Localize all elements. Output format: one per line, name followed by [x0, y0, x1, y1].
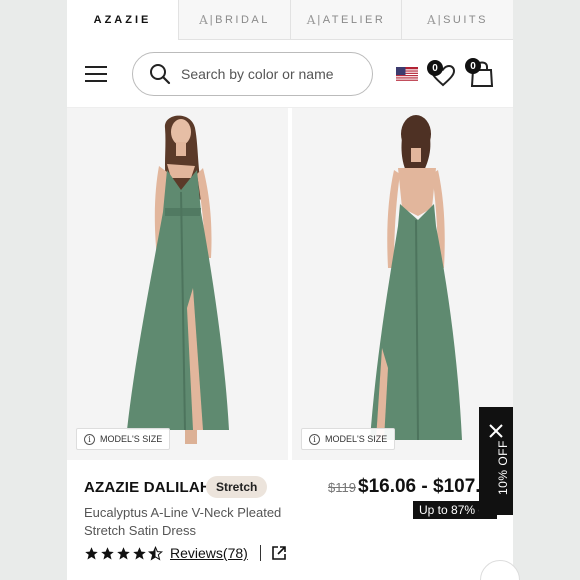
- model-size-label: MODEL'S SIZE: [325, 434, 388, 444]
- product-page: AZAZIE A | BRIDAL A | ATELIER A | SUITS: [67, 0, 513, 580]
- product-gallery[interactable]: i MODEL'S SIZE i MODEL'S SIZE: [67, 108, 513, 460]
- tab-label: SUITS: [443, 13, 488, 26]
- product-info: AZAZIE DALILAH Stretch $119 $16.06 - $10…: [67, 460, 513, 580]
- info-icon: i: [309, 433, 320, 445]
- share-icon[interactable]: [271, 545, 287, 561]
- product-brand[interactable]: AZAZIE DALILAH: [84, 479, 211, 496]
- wishlist-button[interactable]: 0: [427, 60, 457, 88]
- model-size-button[interactable]: i MODEL'S SIZE: [76, 428, 171, 450]
- price-range: $16.06 - $107.: [358, 476, 481, 497]
- tab-bridal[interactable]: A | BRIDAL: [178, 0, 290, 40]
- star-half-icon: [148, 545, 163, 561]
- tab-suits[interactable]: A | SUITS: [401, 0, 513, 40]
- model-size-button[interactable]: i MODEL'S SIZE: [301, 428, 396, 450]
- search-icon: [150, 64, 171, 85]
- brand-logo-icon: A: [427, 12, 436, 27]
- model-size-label: MODEL'S SIZE: [100, 434, 163, 444]
- brand-logo-icon: A: [306, 12, 316, 27]
- brand-logo-icon: A: [199, 12, 208, 27]
- rating-row: Reviews(78): [84, 545, 287, 561]
- divider: [259, 545, 261, 561]
- tab-azazie[interactable]: AZAZIE: [67, 0, 178, 40]
- star-rating: [84, 545, 164, 561]
- tab-label: ATELIER: [322, 13, 386, 26]
- cart-button[interactable]: 0: [465, 58, 497, 88]
- wishlist-count-badge: 0: [427, 60, 443, 76]
- original-price: $119: [328, 480, 356, 495]
- stretch-tag: Stretch: [206, 476, 268, 498]
- tab-atelier[interactable]: A | ATELIER: [290, 0, 401, 40]
- tab-label: AZAZIE: [93, 14, 152, 26]
- promo-label: 10% OFF: [496, 440, 510, 495]
- brand-tabs: AZAZIE A | BRIDAL A | ATELIER A | SUITS: [67, 0, 513, 40]
- cart-count-badge: 0: [465, 58, 481, 74]
- reviews-link[interactable]: Reviews(78): [170, 545, 248, 561]
- promo-tab[interactable]: 10% OFF: [479, 407, 513, 515]
- product-description: Eucalyptus A-Line V-Neck Pleated Stretch…: [84, 505, 282, 538]
- model-front-image: [67, 108, 288, 460]
- info-icon: i: [84, 433, 95, 445]
- menu-icon[interactable]: [85, 66, 107, 82]
- search-bar[interactable]: [132, 52, 373, 96]
- star-icon: [117, 546, 130, 559]
- product-photo-front[interactable]: i MODEL'S SIZE: [67, 108, 288, 460]
- star-icon: [133, 546, 146, 559]
- tab-label: BRIDAL: [215, 13, 270, 26]
- site-header: 0 0: [67, 40, 513, 108]
- star-icon: [101, 546, 114, 559]
- star-icon: [85, 546, 98, 559]
- search-input[interactable]: [181, 66, 361, 82]
- us-flag-icon[interactable]: [396, 67, 418, 82]
